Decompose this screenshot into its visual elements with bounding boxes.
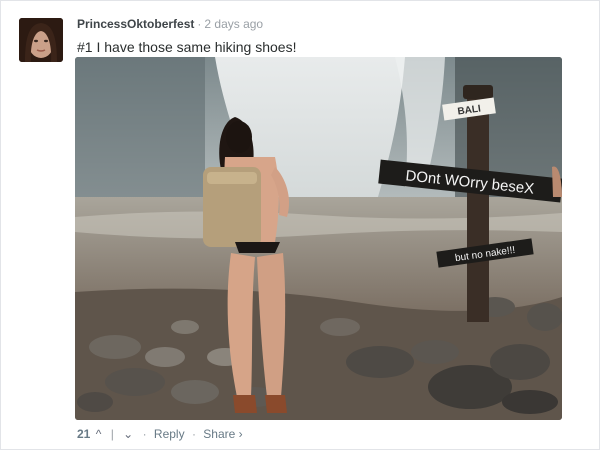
footer-divider: | [110,426,114,441]
avatar[interactable] [19,18,63,62]
footer-dot: · [142,426,147,441]
timestamp-link[interactable]: 2 days ago [204,17,263,31]
chevron-down-icon: ⌄ [123,427,134,442]
header-separator: · [197,17,202,31]
comment-image[interactable]: BALI DOnt WOrry beseX but no nake!!! [75,57,562,420]
upvote-button[interactable]: ^ [96,426,102,441]
share-button[interactable]: Share › [203,427,242,441]
username-link[interactable]: PrincessOktoberfest [77,17,194,31]
comment-header: PrincessOktoberfest · 2 days ago [77,16,263,32]
downvote-button[interactable]: ⌄ [123,426,133,441]
waterfall-photo: BALI DOnt WOrry beseX but no nake!!! [75,57,562,420]
footer-dot: · [191,426,196,441]
avatar-image [19,18,63,62]
vote-count: 21 [77,426,91,441]
comment-card: PrincessOktoberfest · 2 days ago #1 I have… [0,0,600,450]
chevron-up-icon: ^ [95,427,102,442]
reply-button[interactable]: Reply [154,427,185,441]
comment-footer: 21 ^ | ⌄ · Reply · Share › [77,426,243,441]
comment-text: #1 I have those same hiking shoes! [77,39,297,55]
